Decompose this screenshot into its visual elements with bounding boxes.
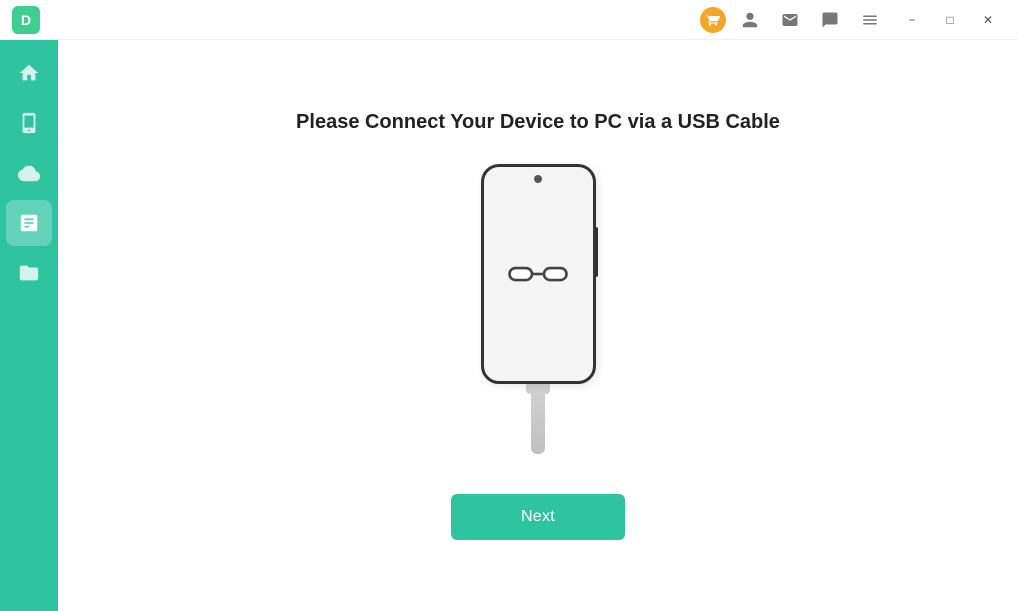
cable-connector bbox=[526, 384, 550, 394]
sidebar-item-files[interactable] bbox=[6, 250, 52, 296]
sidebar-item-repair[interactable] bbox=[6, 200, 52, 246]
usb-cable bbox=[529, 384, 547, 454]
user-button[interactable] bbox=[734, 4, 766, 36]
titlebar-left: D bbox=[12, 6, 40, 34]
app-logo: D bbox=[12, 6, 40, 34]
phone-side-button bbox=[594, 227, 598, 277]
phone-graphic bbox=[481, 164, 596, 384]
titlebar-right: − □ ✕ bbox=[700, 4, 1006, 36]
close-button[interactable]: ✕ bbox=[970, 6, 1006, 34]
chain-link-icon bbox=[508, 259, 568, 289]
maximize-button[interactable]: □ bbox=[932, 6, 968, 34]
window-controls: − □ ✕ bbox=[894, 6, 1006, 34]
sidebar bbox=[0, 40, 58, 611]
cart-icon[interactable] bbox=[700, 7, 726, 33]
chat-button[interactable] bbox=[814, 4, 846, 36]
titlebar: D − □ ✕ bbox=[0, 0, 1018, 40]
folder-icon bbox=[18, 262, 40, 284]
sidebar-item-device[interactable] bbox=[6, 100, 52, 146]
menu-button[interactable] bbox=[854, 4, 886, 36]
mail-button[interactable] bbox=[774, 4, 806, 36]
phone-icon bbox=[18, 112, 40, 134]
link-icon bbox=[508, 259, 568, 289]
main-content: Please Connect Your Device to PC via a U… bbox=[58, 40, 1018, 611]
next-button[interactable]: Next bbox=[451, 494, 625, 540]
app-body: Please Connect Your Device to PC via a U… bbox=[0, 40, 1018, 611]
home-icon bbox=[18, 62, 40, 84]
page-title: Please Connect Your Device to PC via a U… bbox=[296, 111, 780, 134]
cable-wire bbox=[531, 394, 545, 454]
cloud-icon bbox=[18, 162, 40, 184]
minimize-button[interactable]: − bbox=[894, 6, 930, 34]
repair-icon bbox=[18, 212, 40, 234]
phone-illustration bbox=[481, 164, 596, 454]
sidebar-item-home[interactable] bbox=[6, 50, 52, 96]
sidebar-item-cloud[interactable] bbox=[6, 150, 52, 196]
